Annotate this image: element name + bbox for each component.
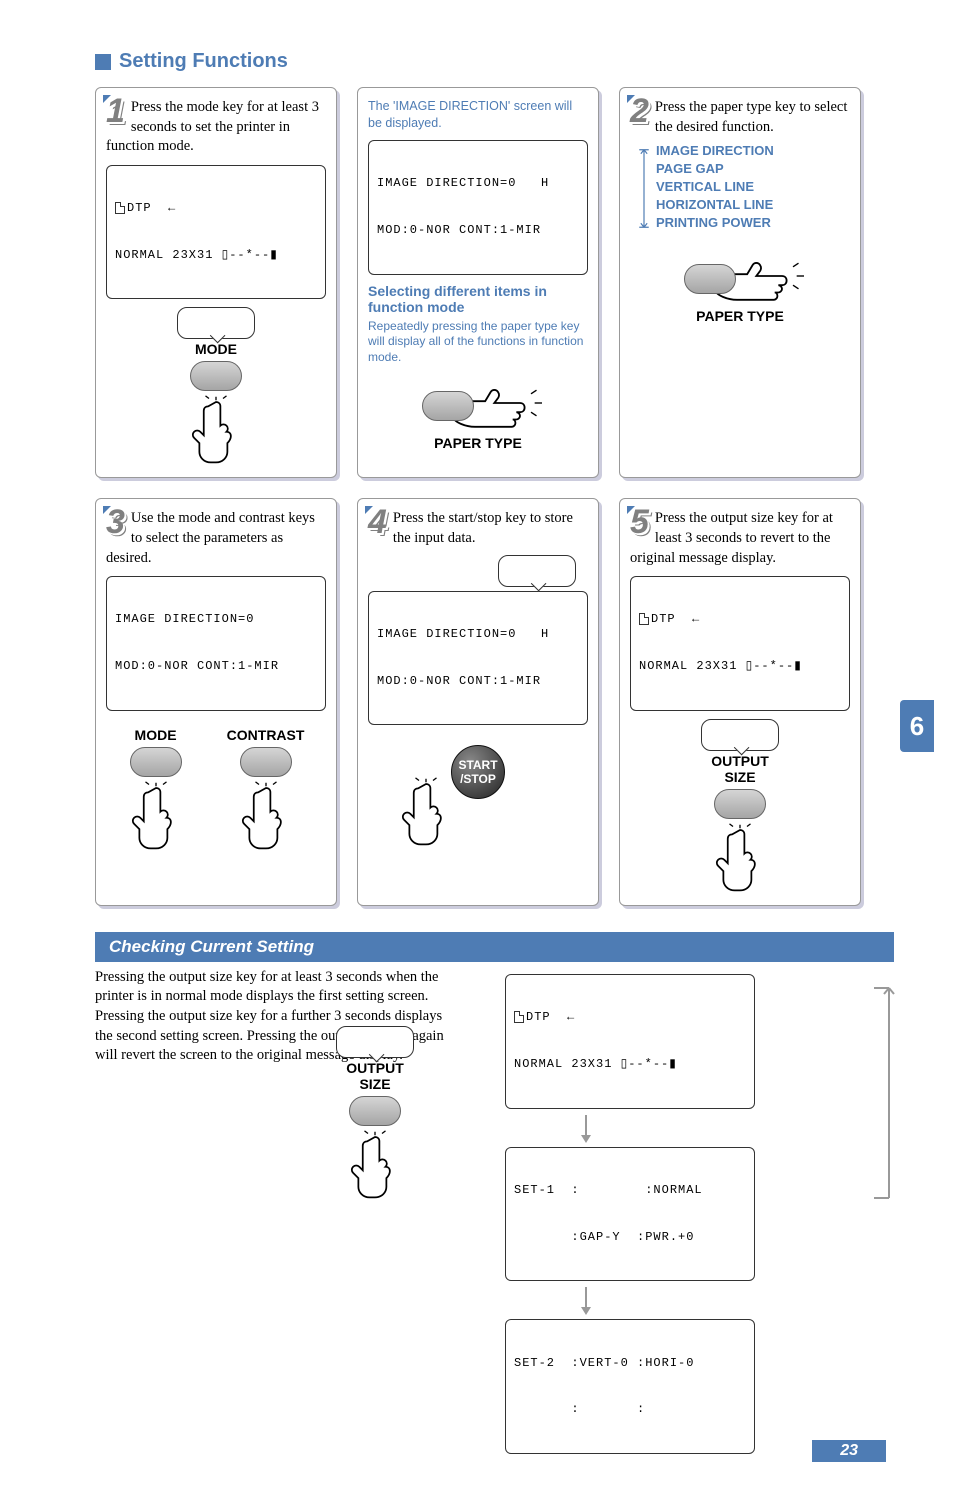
lcd-display: IMAGE DIRECTION=0 MOD:0-NOR CONT:1-MIR [106, 576, 326, 711]
hand-press-icon [398, 777, 454, 847]
document-icon [115, 202, 125, 214]
function-list: IMAGE DIRECTION PAGE GAP VERTICAL LINE H… [656, 143, 850, 230]
mode-button-label: MODE [128, 727, 184, 743]
mode-button[interactable] [130, 747, 182, 777]
paper-type-button[interactable] [422, 391, 474, 421]
step-number: 3 [106, 509, 125, 536]
step-5-card: 5 Press the output size key for at least… [619, 498, 861, 905]
speech-bubble [701, 719, 779, 751]
info-subheading: Selecting different items in function mo… [368, 283, 588, 315]
output-size-label: OUTPUTSIZE [630, 753, 850, 785]
lcd-display: SET-2 :VERT-0 :HORI-0 : : [505, 1319, 755, 1454]
paper-type-label: PAPER TYPE [368, 435, 588, 451]
setting-diagram: DTP ← NORMAL 23X31 ▯--*--▮ SET-1 : :NORM… [465, 968, 894, 1460]
lcd-display: SET-1 : :NORMAL :GAP-Y :PWR.+0 [505, 1147, 755, 1282]
document-icon [639, 613, 649, 625]
section-heading: Setting Functions [95, 50, 894, 73]
hand-press-icon [238, 781, 294, 851]
contrast-button[interactable] [240, 747, 292, 777]
page-number: 23 [812, 1440, 886, 1462]
hand-press-icon [347, 1130, 403, 1200]
mode-button[interactable] [190, 361, 242, 391]
step-text: Press the output size key for at least 3… [630, 510, 833, 565]
speech-bubble [336, 1026, 414, 1058]
heading-text: Setting Functions [119, 50, 288, 73]
info-intro: The 'IMAGE DIRECTION' screen will be dis… [368, 98, 588, 132]
step-2-card: 2 Press the paper type key to select the… [619, 87, 861, 478]
step-text: Press the paper type key to select the d… [655, 99, 847, 135]
step-number: 4 [368, 509, 387, 536]
output-size-button[interactable] [714, 789, 766, 819]
speech-bubble [177, 307, 255, 339]
speech-bubble [498, 555, 576, 587]
lcd-display: DTP ← NORMAL 23X31 ▯--*--▮ [505, 974, 755, 1109]
paper-type-label: PAPER TYPE [630, 308, 850, 324]
function-item: HORIZONTAL LINE [656, 197, 850, 212]
heading-block-icon [95, 54, 111, 70]
function-item: VERTICAL LINE [656, 179, 850, 194]
step-1-card: 1 Press the mode key for at least 3 seco… [95, 87, 337, 478]
document-icon [514, 1011, 524, 1023]
hand-press-icon [128, 781, 184, 851]
contrast-button-label: CONTRAST [227, 727, 305, 743]
cycle-arrow-icon [636, 145, 652, 232]
lcd-display: IMAGE DIRECTION=0 H MOD:0-NOR CONT:1-MIR [368, 591, 588, 726]
lcd-display: DTP ← NORMAL 23X31 ▯--*--▮ [106, 165, 326, 300]
checking-heading: Checking Current Setting [95, 932, 894, 962]
step-number: 5 [630, 509, 649, 536]
step-number: 2 [630, 98, 649, 125]
start-stop-button[interactable]: START /STOP [451, 745, 505, 799]
info-body: Repeatedly pressing the paper type key w… [368, 319, 588, 366]
step-text: Press the mode key for at least 3 second… [106, 99, 319, 154]
return-arrow-icon [874, 978, 904, 1208]
step-text: Press the start/stop key to store the in… [393, 510, 573, 546]
output-size-label: OUTPUTSIZE [315, 1060, 435, 1092]
step-text: Use the mode and contrast keys to select… [106, 510, 315, 565]
hand-press-icon [712, 823, 768, 893]
lcd-display: IMAGE DIRECTION=0 H MOD:0-NOR CONT:1-MIR [368, 140, 588, 275]
function-item: PAGE GAP [656, 161, 850, 176]
mode-button-label: MODE [106, 341, 326, 357]
hand-press-icon [188, 395, 244, 465]
info-card: The 'IMAGE DIRECTION' screen will be dis… [357, 87, 599, 478]
step-number: 1 [106, 98, 125, 125]
lcd-display: DTP ← NORMAL 23X31 ▯--*--▮ [630, 576, 850, 711]
paper-type-button[interactable] [684, 264, 736, 294]
chapter-tab: 6 [900, 700, 934, 752]
output-size-button[interactable] [349, 1096, 401, 1126]
function-item: IMAGE DIRECTION [656, 143, 850, 158]
step-4-card: 4 Press the start/stop key to store the … [357, 498, 599, 905]
function-item: PRINTING POWER [656, 215, 850, 230]
step-3-card: 3 Use the mode and contrast keys to sele… [95, 498, 337, 905]
